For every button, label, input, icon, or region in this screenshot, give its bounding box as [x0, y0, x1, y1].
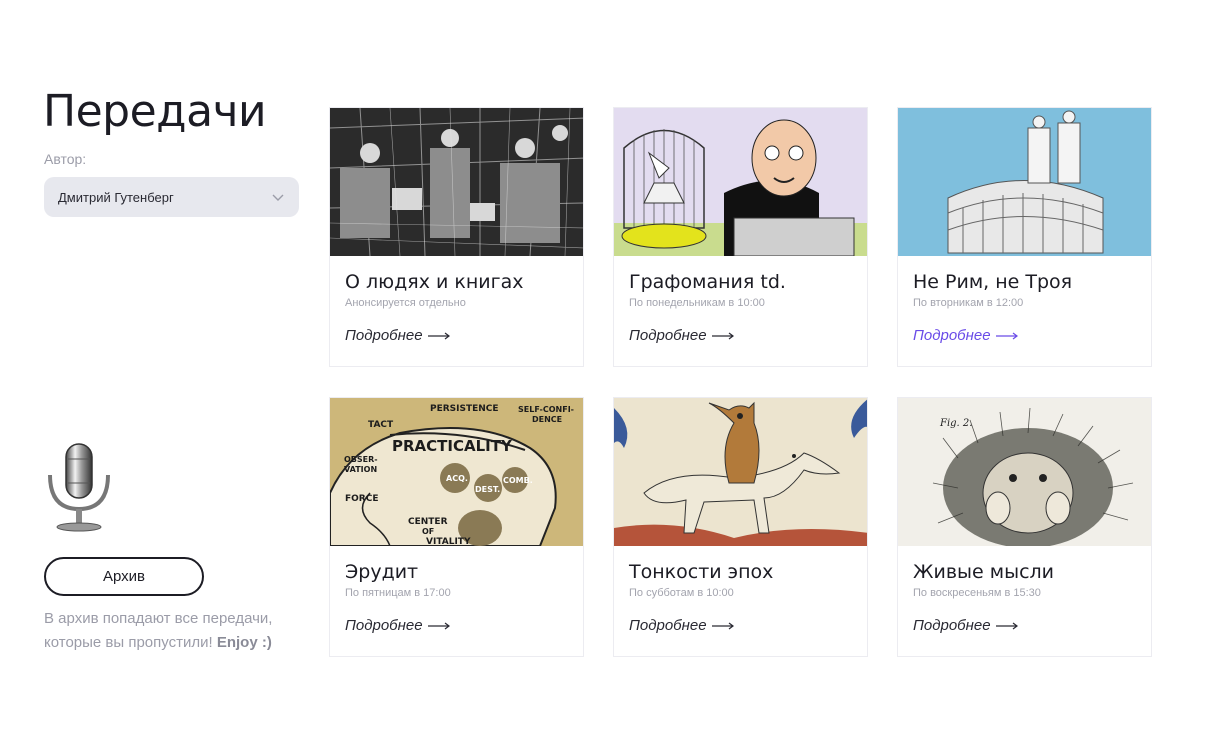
phrenology-label: CENTER [408, 517, 448, 527]
show-schedule: По субботам в 10:00 [629, 587, 734, 599]
arrow-right-icon [995, 622, 1018, 629]
phrenology-label: DENCE [532, 415, 562, 424]
arrow-right-icon [427, 622, 450, 629]
phrenology-label: VATION [344, 465, 377, 474]
show-card[interactable]: Fig. 2. Живые мысли По воскресеньям в 15… [897, 397, 1152, 657]
more-link[interactable]: Подробнее [913, 327, 1019, 344]
archive-button[interactable]: Архив [44, 557, 204, 596]
phrenology-label: ACQ. [446, 474, 468, 483]
show-image [614, 108, 867, 256]
more-link-label: Подробнее [345, 617, 423, 634]
show-title: Графомания td. [629, 271, 786, 293]
more-link-label: Подробнее [913, 327, 991, 344]
more-link[interactable]: Подробнее [629, 327, 735, 344]
phrenology-label: DEST. [475, 485, 500, 494]
microphone-icon [48, 443, 110, 532]
phrenology-label: TACT [368, 420, 394, 430]
show-image: Fig. 2. [898, 398, 1151, 546]
show-title: Не Рим, не Троя [913, 271, 1073, 293]
show-card[interactable]: Не Рим, не Троя По вторникам в 12:00 Под… [897, 107, 1152, 367]
more-link[interactable]: Подробнее [345, 617, 451, 634]
phrenology-label: VITALITY [426, 537, 471, 546]
phrenology-label: SELF-CONFI- [518, 405, 574, 414]
archive-note: В архив попадают все передачи, которые в… [44, 607, 314, 655]
show-image: PERSISTENCE SELF-CONFI- DENCE TACT PRACT… [330, 398, 583, 546]
arrow-right-icon [711, 622, 734, 629]
arrow-right-icon [995, 332, 1018, 339]
show-card[interactable]: О людях и книгах Анонсируется отдельно П… [329, 107, 584, 367]
engraving-caption: Fig. 2. [939, 418, 972, 429]
phrenology-label: FORCE [345, 494, 378, 504]
more-link[interactable]: Подробнее [345, 327, 451, 344]
show-image [614, 398, 867, 546]
phrenology-label: PERSISTENCE [430, 404, 499, 414]
more-link-label: Подробнее [629, 617, 707, 634]
arrow-right-icon [711, 332, 734, 339]
more-link-label: Подробнее [345, 327, 423, 344]
show-title: Тонкости эпох [629, 561, 774, 583]
show-title: Живые мысли [913, 561, 1055, 583]
page-title: Передачи [43, 86, 267, 137]
phrenology-label: OF [422, 527, 434, 536]
phrenology-label: COMB. [503, 476, 533, 485]
show-schedule: По вторникам в 12:00 [913, 297, 1024, 309]
more-link[interactable]: Подробнее [913, 617, 1019, 634]
archive-note-emphasis: Enjoy :) [216, 634, 272, 651]
author-select-value: Дмитрий Гутенберг [58, 189, 174, 205]
show-schedule: По пятницам в 17:00 [345, 587, 451, 599]
show-image [898, 108, 1151, 256]
show-title: О людях и книгах [345, 271, 524, 293]
show-title: Эрудит [345, 561, 419, 583]
more-link[interactable]: Подробнее [629, 617, 735, 634]
show-image [330, 108, 583, 256]
show-schedule: По воскресеньям в 15:30 [913, 587, 1041, 599]
author-select[interactable]: Дмитрий Гутенберг [44, 177, 299, 217]
show-schedule: По понедельникам в 10:00 [629, 297, 765, 309]
show-card[interactable]: Графомания td. По понедельникам в 10:00 … [613, 107, 868, 367]
show-schedule: Анонсируется отдельно [345, 297, 466, 309]
arrow-right-icon [427, 332, 450, 339]
show-card[interactable]: Тонкости эпох По субботам в 10:00 Подроб… [613, 397, 868, 657]
phrenology-label: PRACTICALITY [392, 437, 513, 455]
more-link-label: Подробнее [913, 617, 991, 634]
show-card[interactable]: PERSISTENCE SELF-CONFI- DENCE TACT PRACT… [329, 397, 584, 657]
chevron-down-icon [272, 194, 284, 201]
author-filter-label: Автор: [44, 151, 87, 167]
phrenology-label: OBSER- [344, 455, 378, 464]
more-link-label: Подробнее [629, 327, 707, 344]
